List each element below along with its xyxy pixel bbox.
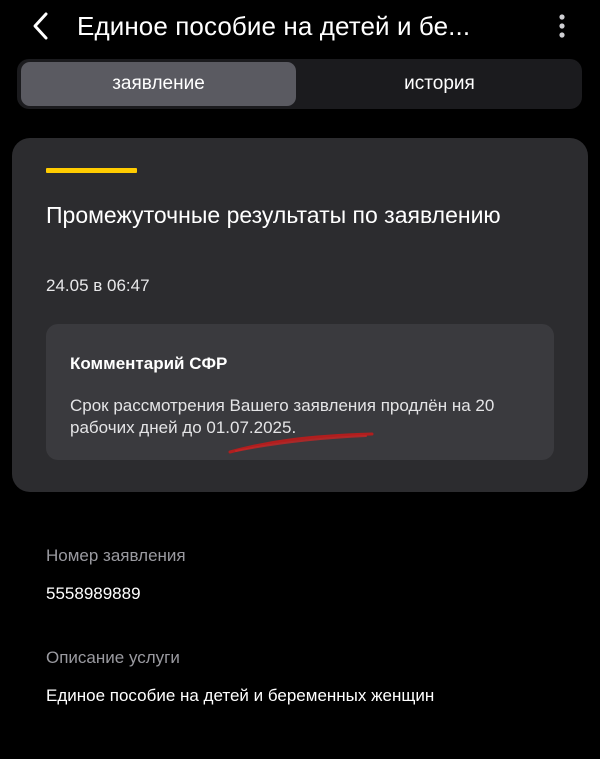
status-card: Промежуточные результаты по заявлению 24… bbox=[12, 138, 588, 492]
application-number-value: 5558989889 bbox=[46, 584, 141, 603]
service-description-value: Единое пособие на детей и беременных жен… bbox=[46, 686, 435, 705]
tab-application[interactable]: заявление bbox=[21, 62, 296, 106]
tab-history[interactable]: история bbox=[300, 62, 579, 106]
more-vertical-icon bbox=[559, 14, 565, 38]
application-number-label: Номер заявления bbox=[46, 546, 186, 565]
page-title: Единое пособие на детей и бе... bbox=[77, 11, 471, 41]
chevron-left-icon bbox=[33, 12, 48, 40]
comment-title: Комментарий СФР bbox=[70, 354, 228, 373]
back-button[interactable] bbox=[26, 8, 56, 44]
status-date: 24.05 в 06:47 bbox=[46, 276, 150, 295]
app-header: Единое пособие на детей и бе... bbox=[0, 0, 600, 54]
comment-box: Комментарий СФР Срок рассмотрения Вашего… bbox=[46, 324, 554, 460]
status-accent-bar bbox=[46, 168, 137, 173]
service-description-label: Описание услуги bbox=[46, 648, 180, 667]
status-title: Промежуточные результаты по заявлению bbox=[46, 202, 501, 228]
more-button[interactable] bbox=[550, 8, 574, 44]
segmented-control: заявление история bbox=[17, 59, 582, 109]
comment-text: Срок рассмотрения Вашего заявления продл… bbox=[70, 396, 495, 437]
